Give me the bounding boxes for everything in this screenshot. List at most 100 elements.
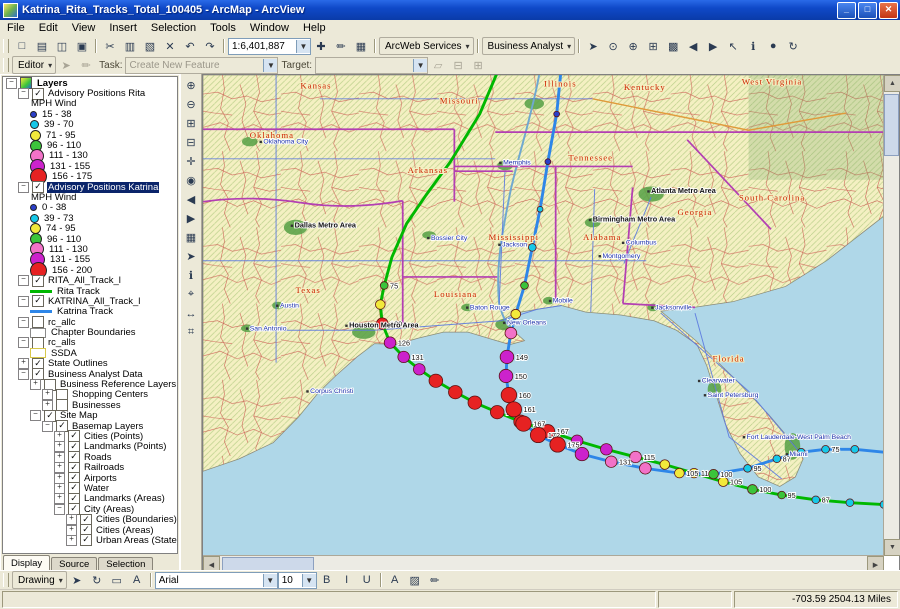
measure-icon[interactable]: ↔ [181,304,201,323]
map-canvas[interactable]: 7512012613117216711511010510095871491501… [203,75,884,556]
layer-name[interactable]: rc_allc [47,317,76,328]
map-horizontal-scrollbar[interactable]: ◀ ▶ [203,555,884,573]
menu-insert[interactable]: Insert [102,21,144,35]
text-tool-icon[interactable]: A [127,571,147,589]
toc-item[interactable]: Katrina Track [3,306,177,317]
layer-name[interactable]: 96 - 110 [46,140,82,151]
chevron-down-icon[interactable]: ▼ [262,573,277,587]
minimize-button[interactable]: _ [837,1,856,19]
toc-item[interactable]: SSDA [3,348,177,359]
expand-icon[interactable]: + [54,482,65,494]
go-back-icon[interactable]: ◀ [683,37,703,55]
layer-name[interactable]: rc_alls [47,337,76,348]
expand-icon[interactable]: + [54,493,65,505]
menu-selection[interactable]: Selection [144,21,203,35]
toolbar-grip[interactable] [3,573,9,587]
layer-name[interactable]: 15 - 38 [41,109,73,120]
layer-name[interactable]: Advisory Positions Rita [47,88,146,99]
bold-icon[interactable]: B [317,571,337,589]
layer-checkbox[interactable] [32,336,44,349]
toc-item[interactable]: + Business Reference Layers [3,378,177,391]
scroll-up-button[interactable]: ▲ [884,75,900,92]
toc-item[interactable]: − ✓ RITA_All_Track_l [3,274,177,287]
line-color-icon[interactable]: ✏ [425,571,445,589]
toc-item[interactable]: 96 - 110 [3,139,177,152]
expand-icon[interactable]: + [54,451,65,463]
toolbar-grip[interactable] [3,39,9,53]
layer-name[interactable]: KATRINA_All_Track_l [47,296,141,307]
select-elements-icon[interactable]: ➤ [181,247,201,266]
vertical-scroll-track[interactable] [884,158,899,539]
redo-icon[interactable]: ↷ [200,37,220,55]
collapse-icon[interactable]: − [42,420,53,432]
cut-icon[interactable]: ✂ [100,37,120,55]
layer-name[interactable]: 0 - 38 [41,202,67,213]
open-icon[interactable]: ▤ [32,37,52,55]
delete-icon[interactable]: ✕ [160,37,180,55]
toc-item[interactable]: MPH Wind [3,98,177,109]
toc-item[interactable]: 71 - 95 [3,129,177,141]
layer-name[interactable]: Basemap Layers [71,421,144,432]
expand-icon[interactable]: + [54,430,65,442]
toc-item[interactable]: 131 - 155 [3,158,177,174]
layer-name[interactable]: 111 - 130 [48,150,89,161]
layer-name[interactable]: Businesses [71,400,122,411]
chevron-down-icon[interactable]: ▼ [296,39,310,53]
paste-icon[interactable]: ▧ [140,37,160,55]
expand-icon[interactable]: + [30,379,41,391]
refresh-icon[interactable]: ↻ [783,37,803,55]
collapse-icon[interactable]: − [18,295,29,307]
toc-item[interactable]: Rita Track [3,286,177,297]
save-icon[interactable]: ◫ [52,37,72,55]
layer-name[interactable]: RITA_All_Track_l [47,275,122,286]
collapse-icon[interactable]: − [18,88,29,100]
toc-item[interactable]: + ✓ Railroads [3,461,177,474]
collapse-icon[interactable]: − [18,181,29,193]
expand-icon[interactable]: + [66,514,77,526]
toc-item[interactable]: MPH Wind [3,192,177,203]
business-analyst-dropdown[interactable]: Business Analyst ▾ [481,37,576,55]
toc-item[interactable]: − ✓ Basemap Layers [3,420,177,433]
forward-extent-icon[interactable]: ▶ [181,209,201,228]
layer-name[interactable]: Advisory Positions Katrina [47,181,160,193]
toc-layer-tree[interactable]: − Layers − ✓ Advisory Positions Rita MPH Wind… [2,76,178,554]
toc-item[interactable]: + Businesses [3,399,177,412]
editor-menu-dropdown[interactable]: Editor ▾ [12,56,57,74]
zoom-layer-icon[interactable]: ⊕ [623,37,643,55]
layer-name[interactable]: SSDA [50,348,78,359]
layer-name[interactable]: 39 - 70 [43,119,75,130]
layer-name[interactable]: Roads [83,452,112,463]
grid-icon[interactable]: ⊞ [643,37,663,55]
menu-window[interactable]: Window [243,21,296,35]
layer-name[interactable]: 156 - 200 [51,265,93,276]
add-data-icon[interactable]: ✚ [311,37,331,55]
vertical-scroll-thumb[interactable] [884,94,899,156]
collapse-icon[interactable]: − [18,275,29,287]
collapse-icon[interactable]: − [6,77,17,89]
collapse-icon[interactable]: − [18,337,29,349]
font-size-combo[interactable]: 10 ▼ [277,571,317,589]
layer-name[interactable]: Business Analyst Data [47,369,144,380]
toc-item[interactable]: + ✓ Landmarks (Areas) [3,492,177,505]
toc-item[interactable]: − ✓ Advisory Positions Rita [3,87,177,100]
copy-icon[interactable]: ▥ [120,37,140,55]
layer-name[interactable]: Landmarks (Points) [83,441,167,452]
layer-checkbox[interactable] [32,316,44,329]
toc-item[interactable]: + ✓ State Outlines [3,357,177,370]
toc-item[interactable]: + ✓ Cities (Points) [3,430,177,443]
toc-item[interactable]: + ✓ Roads [3,451,177,464]
toc-item[interactable]: + ✓ Landmarks (Points) [3,440,177,453]
layer-name[interactable]: 111 - 130 [48,244,89,255]
layer-name[interactable]: Railroads [83,462,125,473]
zoom-in-icon[interactable]: ⊕ [181,76,201,95]
menu-tools[interactable]: Tools [203,21,243,35]
select-features-icon[interactable]: ▦ [181,228,201,247]
menu-edit[interactable]: Edit [32,21,65,35]
layer-name[interactable]: Airports [83,473,118,484]
layer-name[interactable]: Katrina Track [56,306,114,317]
expand-icon[interactable]: + [54,441,65,453]
toc-item[interactable]: 15 - 38 [3,109,177,120]
toc-item[interactable]: − ✓ Advisory Positions Katrina [3,181,177,194]
layer-name[interactable]: 96 - 110 [46,234,82,245]
collapse-icon[interactable]: − [18,368,29,380]
